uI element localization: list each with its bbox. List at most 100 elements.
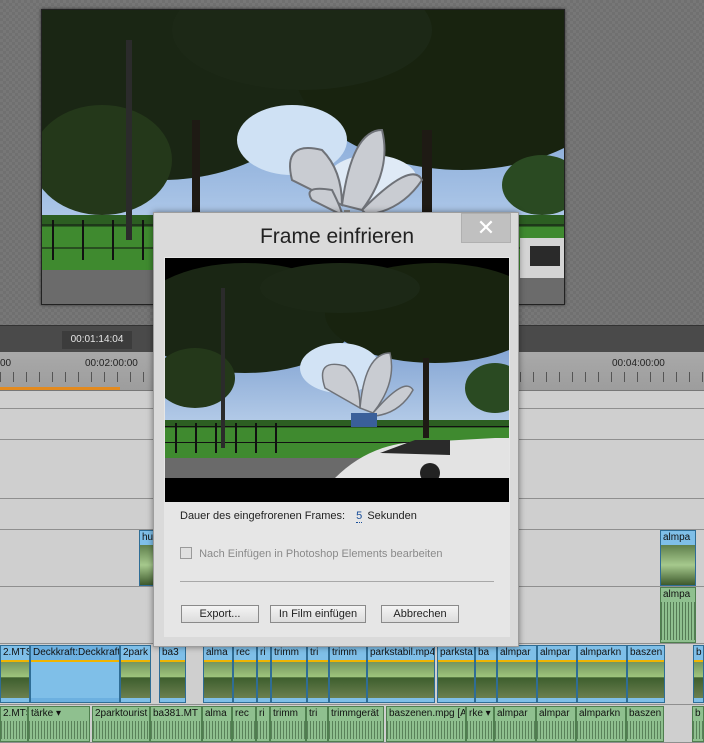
clip-thumbnail: [694, 660, 703, 698]
opacity-line[interactable]: [272, 660, 306, 662]
audio-waveform: [495, 721, 535, 739]
video-clip[interactable]: b: [693, 645, 704, 703]
video-clip[interactable]: 2.MTS: [0, 645, 30, 703]
video-clip[interactable]: almpar: [537, 645, 577, 703]
audio-clip[interactable]: ba381.MT: [150, 706, 202, 742]
clip-label: almparkn: [580, 647, 622, 658]
clip-label: tri: [309, 708, 318, 719]
video-clip[interactable]: parksta: [437, 645, 475, 703]
photoshop-checkbox[interactable]: [180, 547, 192, 559]
video-clip[interactable]: almparkn: [577, 645, 627, 703]
clip-label: baszen: [630, 647, 663, 658]
opacity-line[interactable]: [438, 660, 474, 662]
opacity-line[interactable]: [330, 660, 366, 662]
opacity-line[interactable]: [694, 660, 703, 662]
clip-label: ba381.MT: [153, 708, 199, 719]
audio-waveform: [467, 721, 493, 739]
video-clip[interactable]: ba3: [159, 645, 186, 703]
opacity-line[interactable]: [538, 660, 576, 662]
audio-clip[interactable]: baszen: [626, 706, 664, 742]
audio-waveform: [203, 721, 231, 739]
freeze-frame-dialog: Frame einfrieren ✕ Dauer des eingefroren…: [153, 212, 519, 647]
audio-clip[interactable]: trimm: [270, 706, 306, 742]
audio-clip[interactable]: alma: [202, 706, 232, 742]
clip-label: trimm: [332, 647, 357, 658]
opacity-line[interactable]: [121, 660, 150, 662]
audio-clip[interactable]: almpar: [536, 706, 576, 742]
clip-label: almpar: [540, 647, 571, 658]
video-clip[interactable]: rec: [233, 645, 257, 703]
video-clip[interactable]: 2park: [120, 645, 151, 703]
freeze-frame-preview: [165, 258, 509, 502]
audio-clip[interactable]: trimmgerät: [328, 706, 384, 742]
work-area-bar[interactable]: [0, 387, 120, 390]
timeline-clip[interactable]: almpa: [660, 530, 696, 586]
audio-clip[interactable]: rke ▾: [466, 706, 494, 742]
duration-unit: Sekunden: [367, 510, 417, 522]
cancel-button[interactable]: Abbrechen: [381, 605, 459, 623]
clip-thumbnail: [498, 660, 536, 698]
audio-clip[interactable]: tärke ▾: [28, 706, 90, 742]
video-clip[interactable]: ba: [475, 645, 497, 703]
video-clip[interactable]: tri: [307, 645, 329, 703]
audio-waveform: [627, 721, 663, 739]
opacity-line[interactable]: [234, 660, 256, 662]
video-clip[interactable]: baszen: [627, 645, 665, 703]
video-clip[interactable]: Deckkraft:Deckkraft ▾: [30, 645, 120, 703]
frame-image: [165, 258, 509, 502]
close-button[interactable]: ✕: [461, 213, 511, 243]
clip-label: b: [695, 708, 701, 719]
audio-waveform: [329, 721, 383, 739]
audio-clip[interactable]: almparkn: [576, 706, 626, 742]
video-clip[interactable]: almpar: [497, 645, 537, 703]
clip-label: rke ▾: [469, 708, 491, 719]
audio-waveform: [307, 721, 327, 739]
clip-label: rec: [235, 708, 249, 719]
duration-value[interactable]: 5: [356, 510, 363, 523]
audio-waveform: [29, 721, 89, 739]
clip-thumbnail: [204, 660, 232, 698]
audio-clip[interactable]: almpa: [660, 587, 696, 643]
insert-into-movie-button[interactable]: In Film einfügen: [270, 605, 366, 623]
video-clip[interactable]: trimm: [271, 645, 307, 703]
audio-clip[interactable]: baszenen.mpg [A]: [386, 706, 466, 742]
clip-thumbnail: [476, 660, 496, 698]
opacity-line[interactable]: [578, 660, 626, 662]
audio-clip[interactable]: 2.MTS: [0, 706, 28, 742]
clip-label: trimm: [273, 708, 298, 719]
audio-clip[interactable]: almpar: [494, 706, 536, 742]
current-timecode[interactable]: 00:01:14:04: [62, 331, 132, 349]
clip-label: 2.MTS: [3, 647, 30, 658]
clip-thumbnail: [661, 545, 695, 585]
clip-label: ri: [259, 708, 265, 719]
video-clip[interactable]: parkstabil.mp4: [367, 645, 435, 703]
clip-label: almpar: [500, 647, 531, 658]
audio-clip[interactable]: rec: [232, 706, 256, 742]
video-clip[interactable]: alma: [203, 645, 233, 703]
clip-thumbnail: [578, 660, 626, 698]
clip-thumbnail: [258, 660, 270, 698]
opacity-line[interactable]: [1, 660, 29, 662]
clip-label: alma: [205, 708, 227, 719]
opacity-line[interactable]: [498, 660, 536, 662]
video-clip[interactable]: trimm: [329, 645, 367, 703]
opacity-line[interactable]: [368, 660, 434, 662]
opacity-line[interactable]: [476, 660, 496, 662]
audio-clip[interactable]: b: [692, 706, 704, 742]
audio-clip[interactable]: 2parktourist: [92, 706, 150, 742]
ruler-label: 00:04:00:00: [612, 358, 665, 369]
clip-label: 2park: [123, 647, 149, 658]
opacity-line[interactable]: [258, 660, 270, 662]
clip-label: ba: [478, 647, 490, 658]
opacity-line[interactable]: [628, 660, 664, 662]
clip-label: alma: [206, 647, 228, 658]
audio-clip[interactable]: ri: [256, 706, 270, 742]
opacity-line[interactable]: [308, 660, 328, 662]
audio-clip[interactable]: tri: [306, 706, 328, 742]
opacity-line[interactable]: [31, 660, 119, 662]
clip-thumbnail: [438, 660, 474, 698]
opacity-line[interactable]: [160, 660, 185, 662]
opacity-line[interactable]: [204, 660, 232, 662]
video-clip[interactable]: ri: [257, 645, 271, 703]
export-button[interactable]: Export...: [181, 605, 259, 623]
